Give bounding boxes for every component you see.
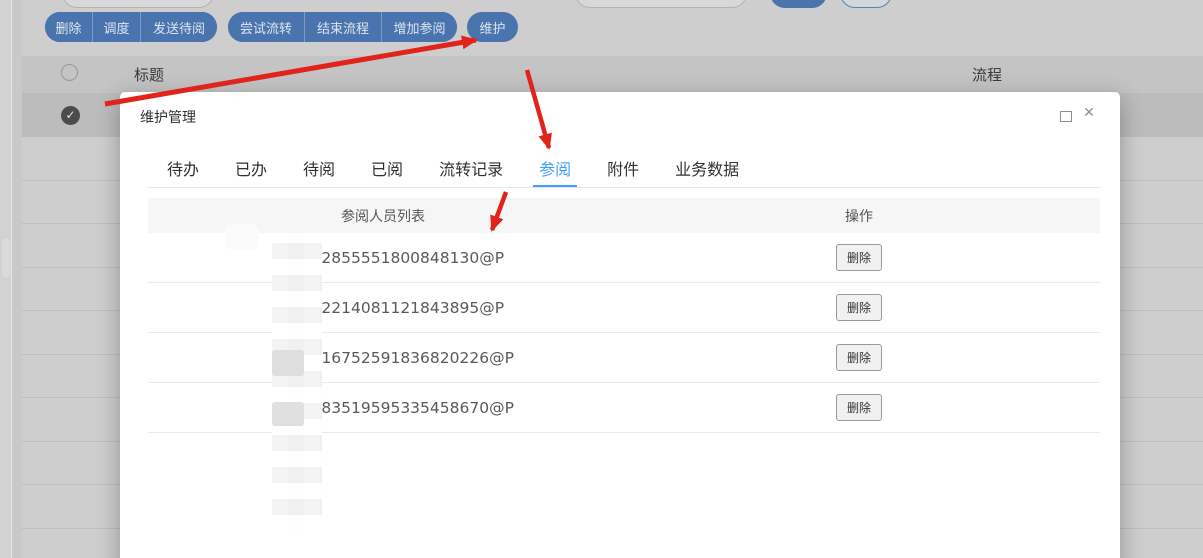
tab-read[interactable]: 已阅 xyxy=(365,150,409,188)
person-id: @2214081121843895@P xyxy=(305,298,505,317)
action-cell: 删除 xyxy=(618,394,1100,421)
tab-to-read[interactable]: 待阅 xyxy=(297,150,341,188)
privacy-blur-block xyxy=(272,402,304,426)
tabs-divider xyxy=(148,187,1100,188)
select-all-radio[interactable] xyxy=(61,64,78,81)
privacy-blur-patch xyxy=(225,224,259,250)
column-header-title: 标题 xyxy=(134,66,165,84)
left-panel-edge xyxy=(0,0,11,558)
person-id: @2855551800848130@P xyxy=(305,248,505,267)
delete-row-button[interactable]: 删除 xyxy=(835,244,882,271)
column-header-operation: 操作 xyxy=(845,208,873,225)
person-cell: @083519595335458670@P xyxy=(148,399,618,417)
search-input[interactable] xyxy=(62,0,214,8)
left-panel-gutter xyxy=(12,0,22,558)
tab-business-data[interactable]: 业务数据 xyxy=(669,150,745,188)
end-flow-button[interactable]: 结束流程 xyxy=(304,12,381,42)
row-checked-icon[interactable]: ✓ xyxy=(61,106,80,125)
tab-flow-record[interactable]: 流转记录 xyxy=(433,150,509,188)
delete-row-button[interactable]: 删除 xyxy=(835,344,882,371)
delete-button[interactable]: 删除 xyxy=(45,12,92,42)
privacy-blur-block xyxy=(272,350,304,376)
dialog-title: 维护管理 xyxy=(140,110,196,126)
reference-table-header: 参阅人员列表 操作 xyxy=(148,198,1100,233)
delete-row-button[interactable]: 删除 xyxy=(835,294,882,321)
schedule-button[interactable]: 调度 xyxy=(92,12,140,42)
privacy-blur-band xyxy=(272,233,322,531)
background-table-header: 标题 流程 xyxy=(22,56,1203,93)
column-header-person-list: 参阅人员列表 xyxy=(341,208,425,225)
maximize-icon[interactable] xyxy=(1060,111,1072,122)
person-id: @083519595335458670@P xyxy=(296,398,514,417)
action-cell: 删除 xyxy=(618,344,1100,371)
close-icon[interactable]: ✕ xyxy=(1080,104,1098,122)
maintain-dialog: 维护管理 ✕ 待办 已办 待阅 已阅 流转记录 参阅 附件 业务数据 参阅人员列… xyxy=(120,92,1120,558)
person-id: @016752591836820226@P xyxy=(296,348,514,367)
person-cell: @2855551800848130@P xyxy=(148,249,618,267)
tab-done[interactable]: 已办 xyxy=(229,150,273,188)
tab-attachment[interactable]: 附件 xyxy=(601,150,645,188)
add-reference-button[interactable]: 增加参阅 xyxy=(381,12,457,42)
column-header-flow: 流程 xyxy=(972,66,1003,84)
toolbar-group-1: 删除 调度 发送待阅 xyxy=(45,12,217,42)
filter-input[interactable] xyxy=(575,0,747,8)
reset-button[interactable] xyxy=(840,0,892,8)
try-flow-button[interactable]: 尝试流转 xyxy=(228,12,304,42)
toolbar-group-2: 尝试流转 结束流程 增加参阅 xyxy=(228,12,457,42)
person-cell: @016752591836820226@P xyxy=(148,349,618,367)
toolbar: 删除 调度 发送待阅 尝试流转 结束流程 增加参阅 维护 xyxy=(45,12,518,42)
search-button[interactable] xyxy=(770,0,827,8)
send-to-read-button[interactable]: 发送待阅 xyxy=(140,12,217,42)
left-scrollbar-thumb[interactable] xyxy=(2,238,10,278)
delete-row-button[interactable]: 删除 xyxy=(835,394,882,421)
tab-reference[interactable]: 参阅 xyxy=(533,150,578,188)
tab-todo[interactable]: 待办 xyxy=(161,150,205,188)
dialog-tabs: 待办 已办 待阅 已阅 流转记录 参阅 附件 业务数据 xyxy=(161,150,769,188)
maintain-button[interactable]: 维护 xyxy=(467,12,518,42)
action-cell: 删除 xyxy=(618,244,1100,271)
action-cell: 删除 xyxy=(618,294,1100,321)
person-cell: @2214081121843895@P xyxy=(148,299,618,317)
